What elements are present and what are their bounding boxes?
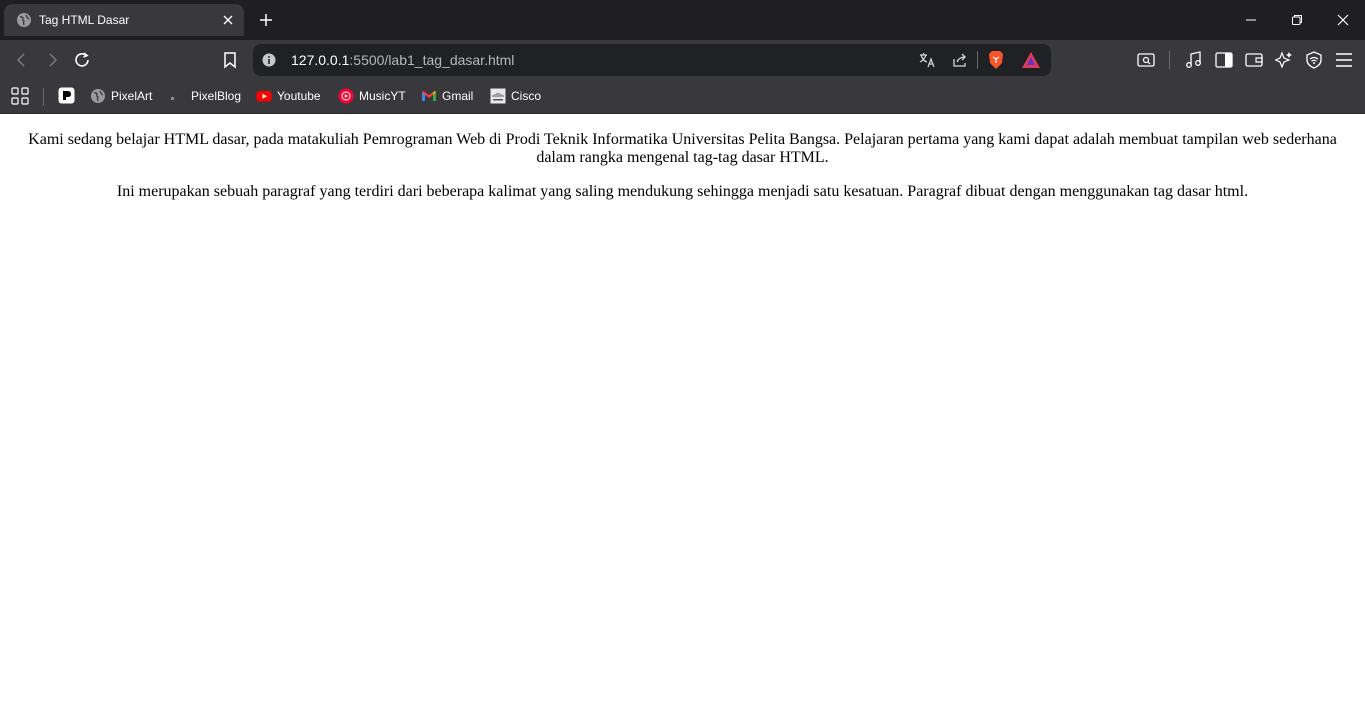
- globe-icon: [91, 89, 105, 103]
- bookmark-musicyt[interactable]: MusicYT: [338, 85, 406, 107]
- minimize-icon: [1246, 19, 1256, 21]
- bookmark-youtube[interactable]: Youtube: [256, 85, 321, 107]
- bookmark-page-button[interactable]: [220, 50, 240, 70]
- url-host: 127.0.0.1: [291, 52, 350, 68]
- bookmark-label: PixelArt: [111, 89, 153, 103]
- vpn-button[interactable]: [1304, 50, 1324, 70]
- vpn-shield-icon: [1306, 51, 1322, 69]
- music-note-icon: [1186, 51, 1201, 68]
- bookmark-cisco[interactable]: Cisco: [490, 85, 541, 107]
- cisco-icon: [490, 88, 506, 104]
- close-window-button[interactable]: [1320, 0, 1365, 40]
- music-youtube-icon: [338, 88, 354, 104]
- tab-title: Tag HTML Dasar: [39, 13, 130, 27]
- paragraph: Ini merupakan sebuah paragraf yang terdi…: [116, 183, 1249, 200]
- brave-rewards-icon[interactable]: [1021, 51, 1041, 69]
- sparkle-icon: [1275, 51, 1292, 69]
- chevron-left-icon: [16, 53, 25, 67]
- blog-icon: [171, 97, 174, 100]
- bookmark-label: Cisco: [511, 89, 542, 103]
- sidebar-icon: [1215, 52, 1233, 68]
- url-path: :5500/lab1_tag_dasar.html: [349, 52, 515, 68]
- navigation-toolbar: 127.0.0.1:5500/lab1_tag_dasar.html: [0, 40, 1365, 80]
- bookmarks-bar: PixelArt PixelBlog Youtube MusicYT Gmail…: [0, 80, 1365, 114]
- divider: [1169, 51, 1170, 69]
- globe-icon: [17, 13, 31, 27]
- restore-button[interactable]: [1274, 0, 1320, 40]
- bookmark-label: MusicYT: [359, 89, 406, 103]
- search-tabs-icon: [1137, 53, 1155, 67]
- page-content: Kami sedang belajar HTML dasar, pada mat…: [0, 115, 1365, 718]
- site-info-icon[interactable]: [262, 53, 276, 67]
- back-button[interactable]: [12, 50, 32, 70]
- apps-grid-icon[interactable]: [11, 87, 29, 105]
- new-tab-icon[interactable]: [257, 11, 275, 29]
- url-text[interactable]: 127.0.0.1:5500/lab1_tag_dasar.html: [291, 44, 514, 76]
- close-icon: [1337, 14, 1349, 26]
- wallet-icon: [1245, 53, 1263, 67]
- brave-shields-icon[interactable]: [987, 50, 1005, 70]
- paragraph: Kami sedang belajar HTML dasar, pada mat…: [28, 131, 1337, 166]
- bookmark-icon: [224, 52, 236, 69]
- menu-button[interactable]: [1334, 50, 1354, 70]
- youtube-icon: [256, 91, 272, 102]
- media-button[interactable]: [1184, 50, 1204, 70]
- wallet-button[interactable]: [1244, 50, 1264, 70]
- minimize-button[interactable]: [1228, 0, 1274, 40]
- bookmark-pixelart[interactable]: PixelArt: [90, 85, 152, 107]
- leo-ai-button[interactable]: [1274, 50, 1294, 70]
- hamburger-menu-icon: [1336, 53, 1352, 67]
- bookmark-label: Youtube: [277, 89, 321, 103]
- divider: [43, 88, 44, 106]
- bookmark-pixelblog[interactable]: PixelBlog: [170, 85, 241, 107]
- browser-tab[interactable]: Tag HTML Dasar: [4, 4, 244, 36]
- close-tab-icon[interactable]: [220, 12, 236, 28]
- address-bar[interactable]: 127.0.0.1:5500/lab1_tag_dasar.html: [253, 44, 1051, 76]
- notion-icon[interactable]: [58, 87, 75, 104]
- bookmark-gmail[interactable]: Gmail: [421, 85, 473, 107]
- sidebar-button[interactable]: [1214, 50, 1234, 70]
- translate-icon[interactable]: [918, 51, 936, 69]
- bookmark-label: PixelBlog: [191, 89, 242, 103]
- bookmark-label: Gmail: [442, 89, 474, 103]
- title-bar: Tag HTML Dasar: [0, 0, 1365, 40]
- gmail-icon: [422, 91, 436, 101]
- divider: [977, 51, 978, 69]
- forward-button[interactable]: [42, 50, 62, 70]
- restore-icon: [1292, 15, 1302, 25]
- search-tabs-button[interactable]: [1136, 50, 1156, 70]
- reload-icon: [75, 52, 89, 67]
- reload-button[interactable]: [72, 50, 92, 70]
- share-icon[interactable]: [951, 51, 969, 69]
- chevron-right-icon: [49, 53, 58, 67]
